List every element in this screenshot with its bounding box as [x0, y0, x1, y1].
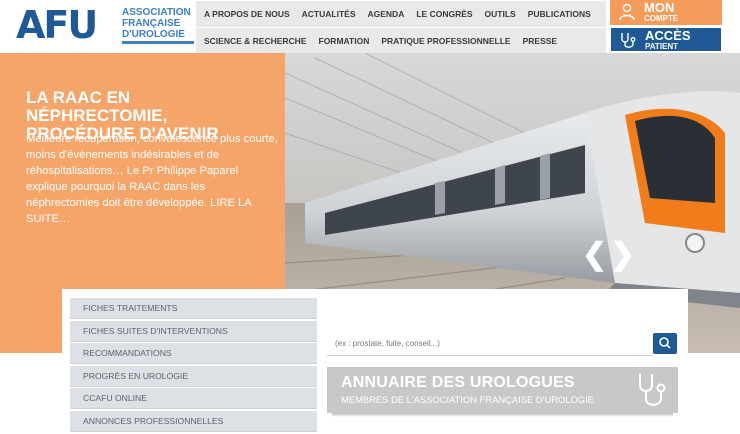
logo-line-1: ASSOCIATION [122, 7, 191, 18]
logo-line-3: D'UROLOGIE [122, 29, 185, 40]
afu-logo[interactable]: AFU ASSOCIATION FRANÇAISE D'UROLOGIE [16, 5, 194, 47]
slider-next-arrow[interactable]: ❯ [610, 240, 635, 270]
menu-item-annonces-professionnelles[interactable]: ANNONCES PROFESSIONNELLES [70, 410, 317, 432]
nav-item-congres[interactable]: LE CONGRÈS [416, 9, 472, 19]
menu-item-progres-en-urologie[interactable]: PROGRÈS EN UROLOGIE [70, 365, 317, 387]
annuaire-title: ANNUAIRE DES UROLOGUES [341, 374, 575, 391]
annuaire-subtitle: MEMBRES DE L'ASSOCIATION FRANÇAISE D'URO… [341, 394, 594, 405]
nav-item-science-recherche[interactable]: SCIENCE & RECHERCHE [204, 36, 307, 46]
nav-item-pratique-professionnelle[interactable]: PRATIQUE PROFESSIONNELLE [381, 36, 510, 46]
logo-underline [122, 41, 194, 44]
search-input[interactable]: (ex : prostate, fuite, conseil...) [327, 332, 652, 356]
nav-item-presse[interactable]: PRESSE [523, 36, 558, 46]
content-panel: FICHES TRAITEMENTS FICHES SUITES D'INTER… [62, 289, 688, 434]
main-navigation: A PROPOS DE NOUS ACTUALITÉS AGENDA LE CO… [196, 0, 606, 54]
slider-prev-arrow[interactable]: ❮ [582, 240, 607, 270]
logo-line-2: FRANÇAISE [122, 18, 181, 29]
annuaire-urologues-banner[interactable]: ANNUAIRE DES UROLOGUES MEMBRES DE L'ASSO… [327, 367, 678, 413]
nav-row-primary: A PROPOS DE NOUS ACTUALITÉS AGENDA LE CO… [196, 1, 606, 27]
search-placeholder: (ex : prostate, fuite, conseil...) [335, 339, 440, 348]
menu-item-fiches-traitements[interactable]: FICHES TRAITEMENTS [70, 298, 317, 319]
stethoscope-icon [639, 374, 666, 406]
search-icon [659, 337, 671, 349]
stethoscope-icon [621, 33, 636, 48]
nav-item-formation[interactable]: FORMATION [319, 36, 370, 46]
nav-item-actualites[interactable]: ACTUALITÉS [302, 9, 356, 19]
menu-item-fiches-suites-interventions[interactable]: FICHES SUITES D'INTERVENTIONS [70, 320, 317, 342]
logo-brand: AFU [16, 3, 98, 47]
acces-patient-button[interactable]: ACCÈS PATIENT [610, 27, 722, 52]
nav-item-outils[interactable]: OUTILS [485, 9, 516, 19]
logo-text: ASSOCIATION FRANÇAISE D'UROLOGIE [122, 7, 191, 40]
menu-item-recommandations[interactable]: RECOMMANDATIONS [70, 343, 317, 364]
nav-item-publications[interactable]: PUBLICATIONS [528, 9, 591, 19]
mon-compte-button[interactable]: MON COMPTE [610, 0, 722, 25]
nav-item-agenda[interactable]: AGENDA [368, 9, 405, 19]
acces-patient-label: ACCÈS [645, 28, 691, 43]
site-header: AFU ASSOCIATION FRANÇAISE D'UROLOGIE A P… [0, 0, 740, 54]
search-button[interactable] [653, 333, 677, 354]
annuaire-shadow [332, 413, 673, 417]
menu-item-ccafu-online[interactable]: CCAFU ONLINE [70, 388, 317, 409]
hero-description[interactable]: Meilleure récupération, convalescence pl… [26, 131, 278, 227]
user-doctor-icon [619, 3, 635, 21]
nav-item-a-propos[interactable]: A PROPOS DE NOUS [204, 9, 290, 19]
acces-patient-sublabel: PATIENT [645, 42, 679, 51]
nav-row-secondary: SCIENCE & RECHERCHE FORMATION PRATIQUE P… [196, 28, 606, 54]
mon-compte-label: MON [644, 0, 675, 15]
mon-compte-sublabel: COMPTE [644, 14, 679, 23]
quick-links-menu: FICHES TRAITEMENTS FICHES SUITES D'INTER… [70, 298, 317, 433]
